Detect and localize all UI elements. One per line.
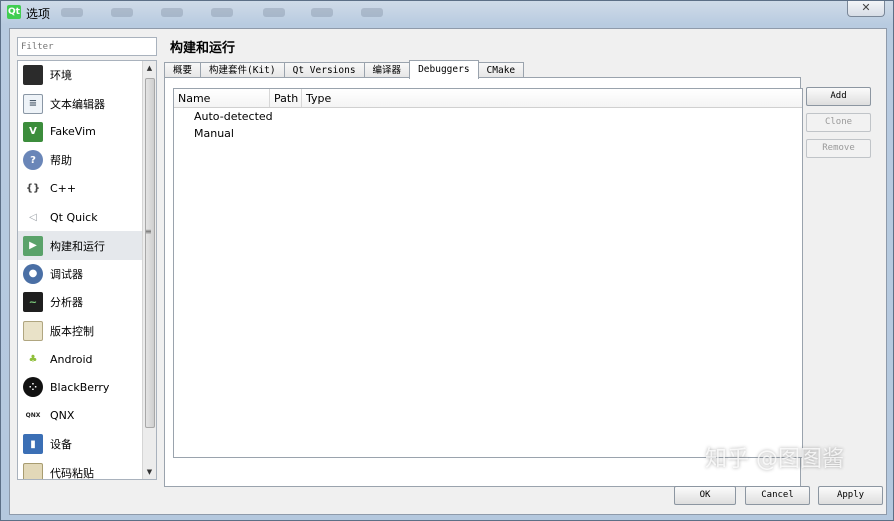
sidebar-item-label: Android: [50, 352, 93, 366]
blurred-title-fragment: [111, 8, 133, 17]
sidebar-scrollbar[interactable]: ▲ ≡ ▼: [142, 61, 156, 479]
tab-debuggers[interactable]: Debuggers: [409, 60, 479, 79]
monitor-icon: [23, 65, 43, 86]
sidebar-item-label: QNX: [50, 409, 75, 423]
blurred-title-fragment: [161, 8, 183, 17]
close-button[interactable]: ✕: [847, 1, 885, 17]
remove-button[interactable]: Remove: [806, 139, 871, 158]
version-control-icon: [23, 320, 43, 341]
blurred-title-fragment: [61, 8, 83, 17]
debuggers-panel: Name Path Type Auto-detected Manual: [164, 77, 803, 487]
sidebar-item[interactable]: ~ 分析器: [18, 288, 143, 316]
analyzer-icon: ~: [23, 292, 43, 313]
braces-icon: {}: [25, 183, 41, 195]
add-button[interactable]: Add: [806, 87, 871, 106]
sidebar-item-label: 文本编辑器: [50, 97, 105, 111]
column-type[interactable]: Type: [302, 89, 802, 107]
tree-header: Name Path Type: [174, 89, 802, 108]
qnx-icon: QNX: [25, 412, 41, 420]
sidebar-item[interactable]: 环境: [18, 61, 143, 89]
qt-creator-icon: Qt: [7, 5, 21, 19]
tab-bar: 概要 构建套件(Kit) Qt Versions 编译器 Debuggers C…: [164, 60, 525, 79]
options-window: Qt 选项 ✕ 环境 ≡ 文本编辑器 V FakeVim? 帮助 {} C++ ◁ Qt Quic…: [0, 0, 894, 521]
scroll-down-arrow-icon[interactable]: ▼: [143, 465, 156, 479]
blurred-title-fragment: [311, 8, 333, 17]
scrollbar-thumb[interactable]: [145, 78, 155, 428]
apply-button[interactable]: Apply: [818, 486, 883, 505]
blurred-title-fragment: [211, 8, 233, 17]
title-bar[interactable]: Qt 选项 ✕: [1, 1, 893, 25]
scroll-up-arrow-icon[interactable]: ▲: [143, 61, 156, 75]
android-icon: ♣: [28, 353, 38, 365]
column-path[interactable]: Path: [270, 89, 302, 107]
build-run-icon: ▶: [23, 235, 43, 256]
window-title: 选项: [26, 7, 51, 21]
debuggers-tree[interactable]: Name Path Type Auto-detected Manual: [173, 88, 803, 458]
ok-button[interactable]: OK: [674, 486, 736, 505]
sidebar-item[interactable]: ▶ 构建和运行: [18, 231, 143, 260]
tree-row-auto-detected[interactable]: Auto-detected: [174, 108, 802, 125]
sidebar-item-label: 分析器: [50, 296, 83, 310]
blurred-title-fragment: [361, 8, 383, 17]
sidebar-item[interactable]: ● 调试器: [18, 260, 143, 288]
sidebar-item-label: BlackBerry: [50, 380, 110, 394]
blackberry-icon: ⁘: [23, 377, 43, 398]
tree-row-manual[interactable]: Manual: [174, 125, 802, 142]
sidebar-item-label: 帮助: [50, 154, 72, 168]
column-name[interactable]: Name: [174, 89, 270, 107]
sidebar-item-label: 版本控制: [50, 324, 94, 338]
sidebar-item[interactable]: ⁘ BlackBerry: [18, 373, 143, 401]
sidebar-item[interactable]: V FakeVim: [18, 118, 143, 146]
sidebar-item-label: 环境: [50, 69, 72, 83]
sidebar-item-label: Qt Quick: [50, 210, 98, 224]
device-icon: ▮: [23, 434, 43, 455]
fakevim-icon: V: [23, 121, 43, 142]
sidebar-item[interactable]: {} C++: [18, 175, 143, 203]
debugger-icon: ●: [23, 263, 43, 284]
filter-input[interactable]: [17, 37, 157, 56]
sidebar-item-label: 代码粘贴: [50, 466, 94, 480]
category-list: 环境 ≡ 文本编辑器 V FakeVim? 帮助 {} C++ ◁ Qt Quick ▶ 构建和运行 ●…: [18, 61, 143, 480]
qt-quick-icon: ◁: [29, 211, 37, 223]
sidebar-item-label: C++: [50, 182, 77, 196]
page-title: 构建和运行: [170, 41, 236, 56]
code-paste-icon: [23, 462, 43, 479]
sidebar-item-label: 调试器: [50, 267, 83, 281]
category-sidebar: 环境 ≡ 文本编辑器 V FakeVim? 帮助 {} C++ ◁ Qt Quick ▶ 构建和运行 ●…: [17, 60, 157, 480]
cancel-button[interactable]: Cancel: [745, 486, 810, 505]
sidebar-item[interactable]: QNX QNX: [18, 402, 143, 430]
sidebar-item-label: 设备: [50, 438, 72, 452]
sidebar-item[interactable]: 代码粘贴: [18, 458, 143, 480]
sidebar-item[interactable]: ≡ 文本编辑器: [18, 89, 143, 117]
sidebar-item[interactable]: ◁ Qt Quick: [18, 203, 143, 231]
sidebar-item-label: FakeVim: [50, 125, 96, 139]
sidebar-item[interactable]: ? 帮助: [18, 146, 143, 174]
sidebar-item[interactable]: ♣ Android: [18, 345, 143, 373]
watermark-text: 知乎 @图图酱: [705, 447, 844, 472]
sidebar-item[interactable]: 版本控制: [18, 317, 143, 345]
scrollbar-grip-icon: ≡: [145, 227, 152, 236]
sidebar-item-label: 构建和运行: [50, 239, 105, 253]
blurred-title-fragment: [263, 8, 285, 17]
sidebar-item[interactable]: ▮ 设备: [18, 430, 143, 458]
clone-button[interactable]: Clone: [806, 113, 871, 132]
help-icon: ?: [23, 150, 43, 171]
text-editor-icon: ≡: [23, 93, 43, 114]
